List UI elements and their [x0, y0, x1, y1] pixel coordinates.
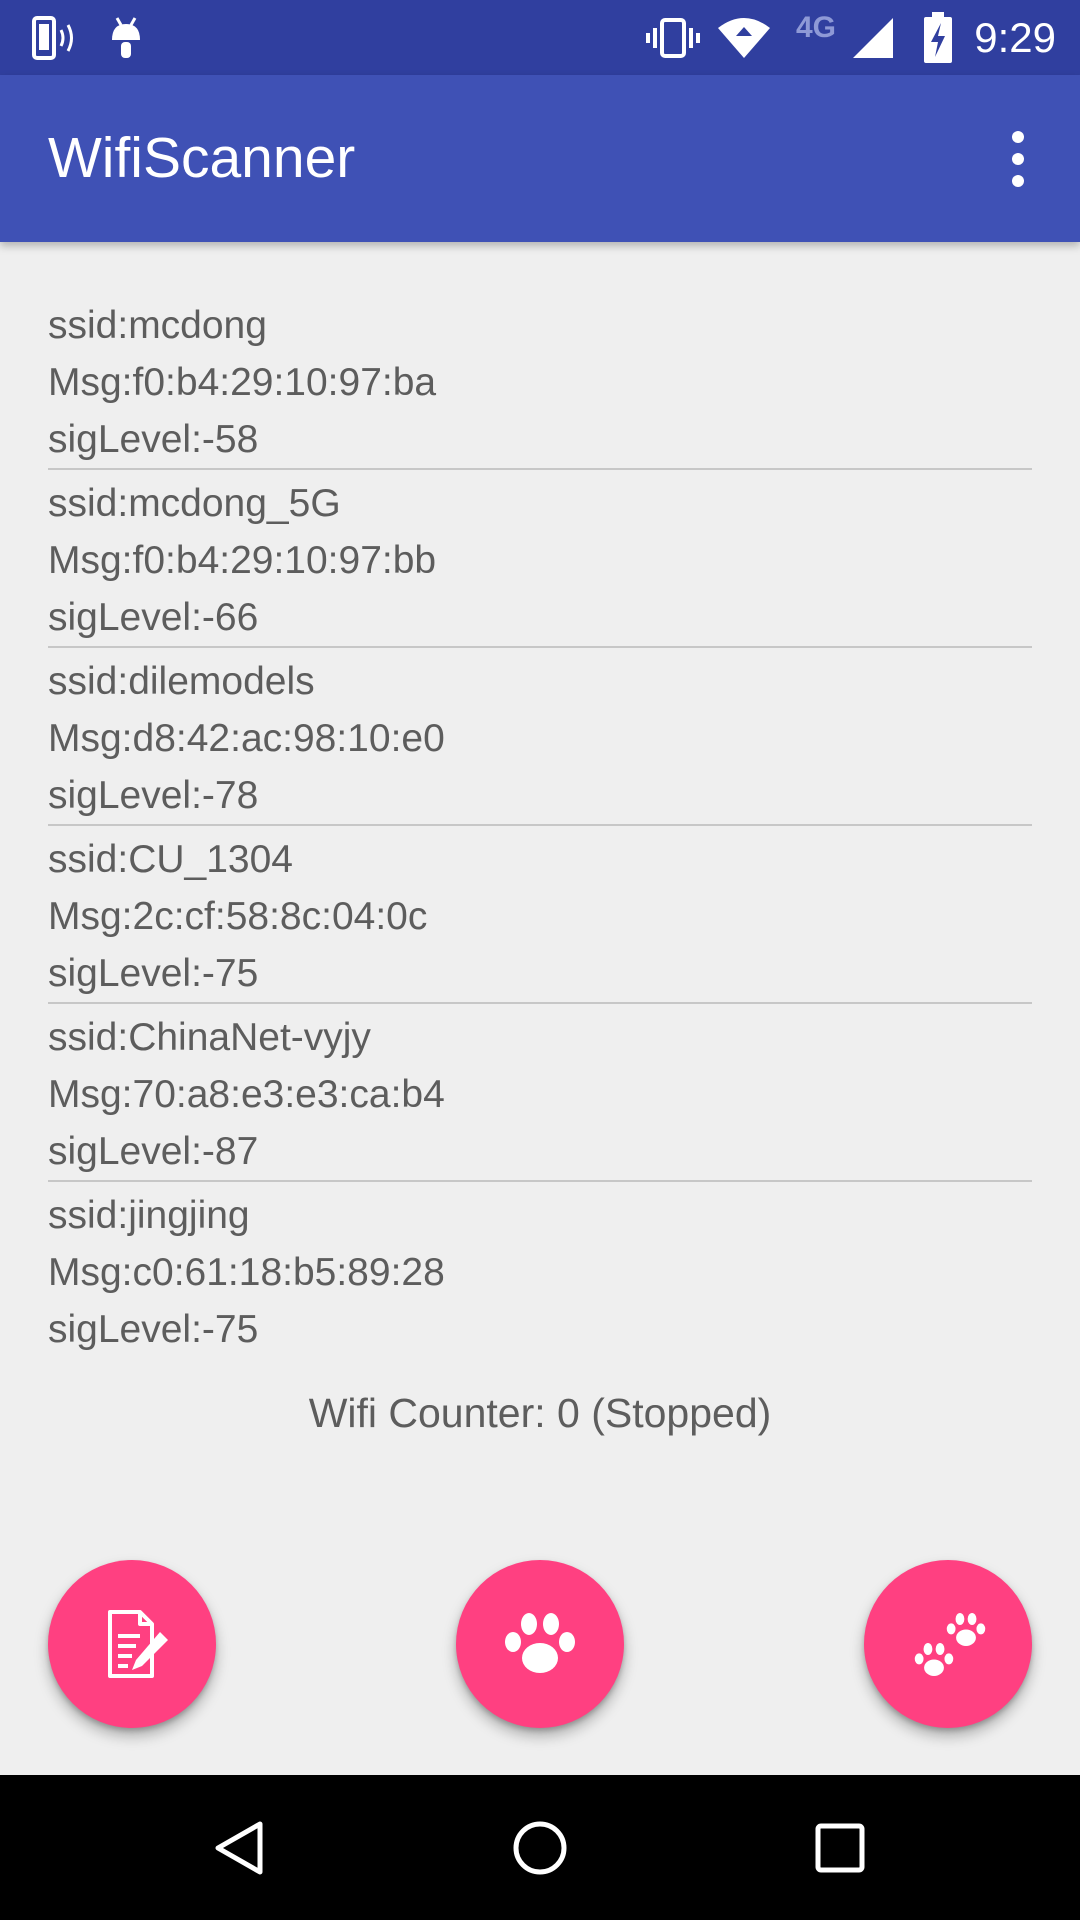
- wifi-list: ssid:mcdong Msg:f0:b4:29:10:97:ba sigLev…: [48, 292, 1032, 1358]
- list-item[interactable]: ssid:ChinaNet-vyjy Msg:70:a8:e3:e3:ca:b4…: [48, 1004, 1032, 1182]
- signal-level-text: sigLevel:-78: [48, 774, 259, 817]
- menu-dot: [1012, 153, 1024, 165]
- navigation-bar: [0, 1775, 1080, 1920]
- menu-dot: [1012, 175, 1024, 187]
- ssid-text: ssid:mcdong: [48, 304, 267, 347]
- note-edit-button[interactable]: [48, 1560, 216, 1728]
- wifi-counter: Wifi Counter: 0 (Stopped): [308, 1390, 772, 1436]
- list-item[interactable]: ssid:mcdong_5G Msg:f0:b4:29:10:97:bb sig…: [48, 470, 1032, 648]
- list-item[interactable]: ssid:mcdong Msg:f0:b4:29:10:97:ba sigLev…: [48, 292, 1032, 470]
- paw-icon: [500, 1604, 580, 1684]
- mac-text: Msg:f0:b4:29:10:97:ba: [48, 361, 437, 404]
- status-time: 9:29: [974, 14, 1056, 61]
- ssid-text: ssid:ChinaNet-vyjy: [48, 1016, 371, 1059]
- recents-icon[interactable]: [780, 1775, 900, 1920]
- list-item[interactable]: ssid:jingjing Msg:c0:61:18:b5:89:28 sigL…: [48, 1182, 1032, 1358]
- ssid-text: ssid:mcdong_5G: [48, 482, 341, 525]
- double-paw-button[interactable]: [864, 1560, 1032, 1728]
- ssid-text: ssid:dilemodels: [48, 660, 315, 703]
- mac-text: Msg:2c:cf:58:8c:04:0c: [48, 895, 428, 938]
- more-vert-icon[interactable]: [986, 115, 1050, 203]
- signal-level-text: sigLevel:-58: [48, 418, 259, 461]
- menu-dot: [1012, 131, 1024, 143]
- note-edit-icon: [94, 1606, 170, 1682]
- wifi-icon: [716, 0, 772, 75]
- home-icon[interactable]: [480, 1775, 600, 1920]
- double-paw-icon: [906, 1602, 990, 1686]
- signal-level-text: sigLevel:-75: [48, 1308, 259, 1351]
- mac-text: Msg:70:a8:e3:e3:ca:b4: [48, 1073, 445, 1116]
- signal-level-text: sigLevel:-75: [48, 952, 259, 995]
- phone-signal-icon: [26, 0, 82, 75]
- mac-text: Msg:f0:b4:29:10:97:bb: [48, 539, 437, 582]
- cell-signal-icon: [848, 0, 898, 75]
- paw-button[interactable]: [456, 1560, 624, 1728]
- mac-text: Msg:c0:61:18:b5:89:28: [48, 1251, 445, 1294]
- list-item[interactable]: ssid:CU_1304 Msg:2c:cf:58:8c:04:0c sigLe…: [48, 826, 1032, 1004]
- network-type-label: 4G: [795, 11, 837, 44]
- mac-text: Msg:d8:42:ac:98:10:e0: [48, 717, 445, 760]
- battery-charging-icon: [918, 0, 958, 75]
- android-debug-icon: [104, 0, 148, 75]
- signal-level-text: sigLevel:-66: [48, 596, 259, 639]
- signal-level-text: sigLevel:-87: [48, 1130, 259, 1173]
- vibrate-icon: [645, 0, 701, 75]
- status-bar: 4G 9:29: [0, 0, 1080, 75]
- ssid-text: ssid:CU_1304: [48, 838, 293, 881]
- ssid-text: ssid:jingjing: [48, 1194, 250, 1237]
- app-title: WifiScanner: [48, 126, 356, 190]
- back-icon[interactable]: [180, 1775, 300, 1920]
- list-item[interactable]: ssid:dilemodels Msg:d8:42:ac:98:10:e0 si…: [48, 648, 1032, 826]
- app-bar: WifiScanner: [0, 75, 1080, 242]
